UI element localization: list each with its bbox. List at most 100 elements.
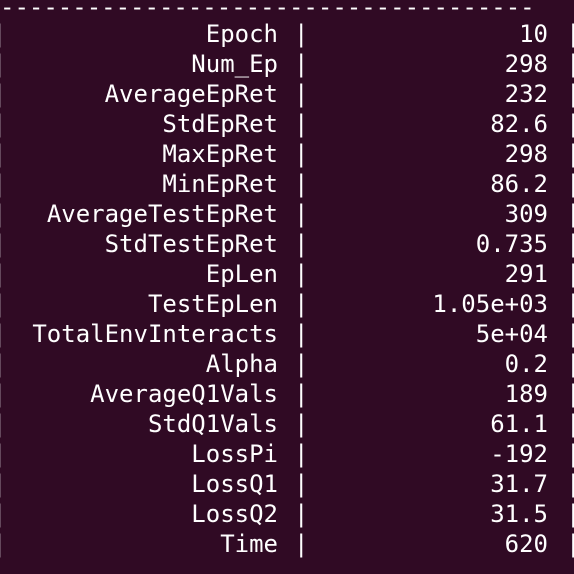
table-row: | Time | 620 | [0,529,574,559]
table-row: | LossQ2 | 31.5 | [0,499,574,529]
table-row: | AverageTestEpRet | 309 | [0,199,574,229]
metric-value: 291 [504,260,548,288]
row-left-border: | [0,199,6,229]
metric-key: TestEpLen [147,290,278,318]
row-right-border: | [566,20,574,48]
table-row: | MaxEpRet | 298 | [0,139,574,169]
table-row: | StdTestEpRet | 0.735 | [0,229,574,259]
row-left-border: | [0,439,6,469]
row-right-border: | [566,320,574,348]
row-left-border: | [0,529,6,559]
row-left-border: | [0,469,6,499]
metric-value: 82.6 [490,110,548,138]
row-column-divider: | [294,110,309,138]
table-row: | MinEpRet | 86.2 | [0,169,574,199]
metric-key: MaxEpRet [162,140,278,168]
metric-value: 298 [504,50,548,78]
row-left-border: | [0,19,6,49]
table-row: | StdEpRet | 82.6 | [0,109,574,139]
row-right-border: | [566,470,574,498]
metric-value: 309 [504,200,548,228]
metric-value: 10 [519,20,548,48]
table-separator: ------------------------------------- [0,0,535,14]
metric-value: 298 [504,140,548,168]
row-column-divider: | [294,170,309,198]
row-column-divider: | [294,440,309,468]
table-row: | EpLen | 291 | [0,259,574,289]
row-right-border: | [566,80,574,108]
row-left-border: | [0,79,6,109]
metric-value: 61.1 [490,410,548,438]
metric-key: LossQ2 [191,500,278,528]
row-column-divider: | [294,500,309,528]
row-left-border: | [0,349,6,379]
metric-key: AverageQ1Vals [90,380,278,408]
row-left-border: | [0,49,6,79]
metric-key: LossQ1 [191,470,278,498]
table-row: | Num_Ep | 298 | [0,49,574,79]
metric-key: EpLen [205,260,278,288]
row-column-divider: | [294,320,309,348]
row-left-border: | [0,259,6,289]
metric-value: -192 [490,440,548,468]
metric-key: Alpha [205,350,278,378]
metric-key: AverageTestEpRet [46,200,278,228]
metric-value: 232 [504,80,548,108]
row-column-divider: | [294,530,309,558]
row-right-border: | [566,200,574,228]
table-row: | AverageQ1Vals | 189 | [0,379,574,409]
row-column-divider: | [294,20,309,48]
metric-key: AverageEpRet [104,80,278,108]
terminal-window[interactable]: ------------------------------------- | E… [0,0,574,574]
metric-key: Num_Ep [191,50,278,78]
row-column-divider: | [294,380,309,408]
row-column-divider: | [294,140,309,168]
row-column-divider: | [294,200,309,228]
metric-key: MinEpRet [162,170,278,198]
metric-key: LossPi [191,440,278,468]
metric-value: 31.5 [490,500,548,528]
row-column-divider: | [294,80,309,108]
metric-key: Time [220,530,278,558]
row-right-border: | [566,350,574,378]
row-right-border: | [566,50,574,78]
row-right-border: | [566,500,574,528]
row-left-border: | [0,289,6,319]
row-right-border: | [566,410,574,438]
row-right-border: | [566,110,574,138]
metric-value: 0.735 [475,230,548,258]
row-right-border: | [566,230,574,258]
row-right-border: | [566,440,574,468]
row-left-border: | [0,499,6,529]
row-left-border: | [0,139,6,169]
metric-value: 31.7 [490,470,548,498]
table-row: | TotalEnvInteracts | 5e+04 | [0,319,574,349]
metric-key: StdTestEpRet [104,230,278,258]
table-row: | StdQ1Vals | 61.1 | [0,409,574,439]
row-left-border: | [0,109,6,139]
table-row: | LossQ1 | 31.7 | [0,469,574,499]
metric-value: 189 [504,380,548,408]
row-right-border: | [566,530,574,558]
metric-key: StdEpRet [162,110,278,138]
metric-value: 1.05e+03 [432,290,548,318]
row-left-border: | [0,379,6,409]
row-column-divider: | [294,260,309,288]
row-column-divider: | [294,230,309,258]
row-right-border: | [566,290,574,318]
row-right-border: | [566,140,574,168]
metric-value: 86.2 [490,170,548,198]
row-left-border: | [0,409,6,439]
metric-key: StdQ1Vals [147,410,278,438]
row-left-border: | [0,319,6,349]
row-column-divider: | [294,410,309,438]
metric-key: Epoch [205,20,278,48]
metric-value: 5e+04 [475,320,548,348]
row-column-divider: | [294,50,309,78]
row-column-divider: | [294,350,309,378]
table-row: | TestEpLen | 1.05e+03 | [0,289,574,319]
row-column-divider: | [294,290,309,318]
metric-value: 0.2 [504,350,548,378]
table-row: | LossPi | -192 | [0,439,574,469]
table-row: | AverageEpRet | 232 | [0,79,574,109]
